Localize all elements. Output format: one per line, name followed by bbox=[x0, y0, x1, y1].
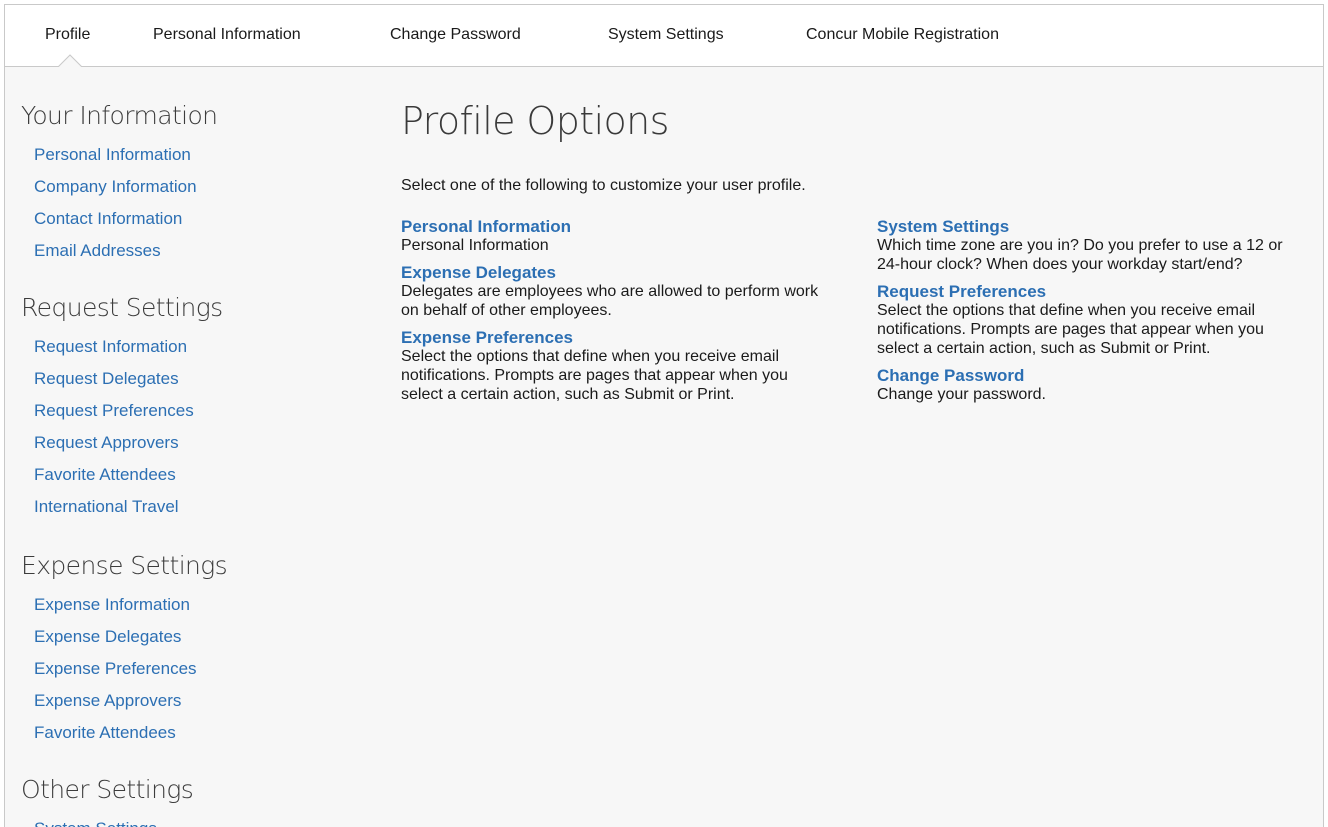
options-column-left: Personal Information Personal Informatio… bbox=[401, 217, 831, 412]
option-title-link[interactable]: Change Password bbox=[877, 366, 1307, 385]
option-description: Personal Information bbox=[401, 237, 549, 254]
sidebar-item-expense-delegates[interactable]: Expense Delegates bbox=[34, 627, 181, 647]
sidebar-item-contact-information[interactable]: Contact Information bbox=[34, 209, 182, 229]
option-request-preferences: Request Preferences Select the options t… bbox=[877, 282, 1307, 358]
sidebar-item-request-approvers[interactable]: Request Approvers bbox=[34, 433, 179, 453]
sidebar-item-international-travel[interactable]: International Travel bbox=[34, 497, 179, 517]
options-column-right: System Settings Which time zone are you … bbox=[877, 217, 1307, 412]
option-expense-delegates: Expense Delegates Delegates are employee… bbox=[401, 263, 831, 320]
option-system-settings: System Settings Which time zone are you … bbox=[877, 217, 1307, 274]
sidebar-item-company-information[interactable]: Company Information bbox=[34, 177, 197, 197]
option-description: Select the options that define when you … bbox=[401, 348, 788, 403]
sidebar-heading-other-settings: Other Settings bbox=[21, 775, 194, 804]
profile-frame: Profile Personal Information Change Pass… bbox=[4, 4, 1324, 827]
option-title-link[interactable]: Expense Delegates bbox=[401, 263, 831, 282]
sidebar-item-system-settings[interactable]: System Settings bbox=[34, 819, 157, 827]
option-title-link[interactable]: Request Preferences bbox=[877, 282, 1307, 301]
sidebar-item-favorite-attendees-request[interactable]: Favorite Attendees bbox=[34, 465, 176, 485]
sidebar-heading-request-settings: Request Settings bbox=[21, 293, 223, 322]
option-description: Delegates are employees who are allowed … bbox=[401, 283, 819, 319]
sidebar-item-personal-information[interactable]: Personal Information bbox=[34, 145, 191, 165]
option-personal-information: Personal Information Personal Informatio… bbox=[401, 217, 831, 255]
option-title-link[interactable]: System Settings bbox=[877, 217, 1307, 236]
option-change-password: Change Password Change your password. bbox=[877, 366, 1307, 404]
sidebar-item-expense-approvers[interactable]: Expense Approvers bbox=[34, 691, 181, 711]
sidebar-item-request-information[interactable]: Request Information bbox=[34, 337, 187, 357]
option-title-link[interactable]: Expense Preferences bbox=[401, 328, 831, 347]
sidebar-item-email-addresses[interactable]: Email Addresses bbox=[34, 241, 161, 261]
sidebar-item-expense-preferences[interactable]: Expense Preferences bbox=[34, 659, 197, 679]
sidebar-heading-expense-settings: Expense Settings bbox=[21, 551, 228, 580]
tab-change-password[interactable]: Change Password bbox=[390, 26, 521, 44]
tab-profile[interactable]: Profile bbox=[45, 26, 90, 44]
sidebar: Your Information Personal Information Co… bbox=[5, 67, 365, 827]
sidebar-item-request-preferences[interactable]: Request Preferences bbox=[34, 401, 194, 421]
tab-system-settings[interactable]: System Settings bbox=[608, 26, 724, 44]
option-expense-preferences: Expense Preferences Select the options t… bbox=[401, 328, 831, 404]
option-description: Which time zone are you in? Do you prefe… bbox=[877, 237, 1283, 273]
tab-personal-information[interactable]: Personal Information bbox=[153, 26, 301, 44]
intro-text: Select one of the following to customize… bbox=[401, 177, 806, 194]
tab-bar: Profile Personal Information Change Pass… bbox=[5, 5, 1323, 78]
sidebar-item-favorite-attendees-expense[interactable]: Favorite Attendees bbox=[34, 723, 176, 743]
tab-concur-mobile-registration[interactable]: Concur Mobile Registration bbox=[806, 26, 999, 44]
main-content: Profile Options Select one of the follow… bbox=[401, 67, 1321, 827]
option-description: Change your password. bbox=[877, 386, 1046, 403]
sidebar-item-expense-information[interactable]: Expense Information bbox=[34, 595, 190, 615]
option-description: Select the options that define when you … bbox=[877, 302, 1264, 357]
sidebar-heading-your-information: Your Information bbox=[21, 101, 218, 130]
option-title-link[interactable]: Personal Information bbox=[401, 217, 831, 236]
sidebar-item-request-delegates[interactable]: Request Delegates bbox=[34, 369, 179, 389]
page-title: Profile Options bbox=[401, 99, 669, 143]
